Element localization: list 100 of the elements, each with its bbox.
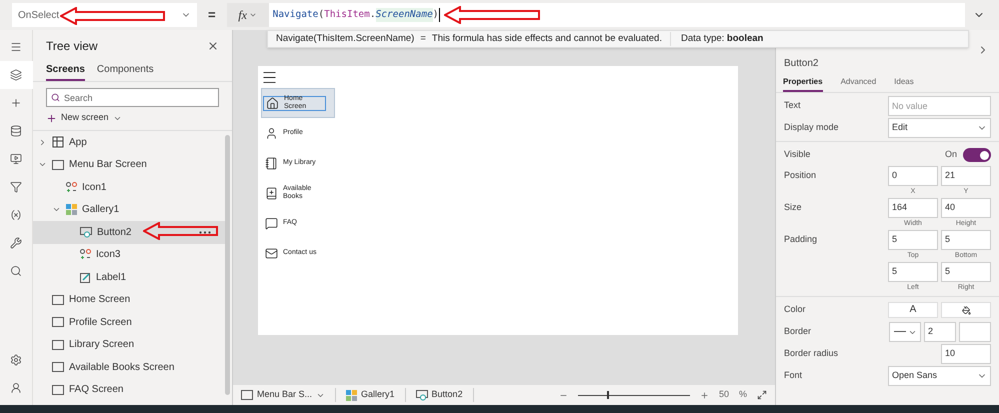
function-button[interactable]: fx (226, 3, 269, 27)
property-label: Color (784, 303, 807, 316)
text-color-button[interactable]: A (888, 302, 938, 318)
layers-icon (10, 69, 22, 81)
speech-bubble-icon (265, 216, 278, 230)
hamburger-menu-icon[interactable] (261, 69, 278, 86)
zoom-slider[interactable] (578, 390, 690, 400)
breadcrumb-item[interactable]: Button2 (416, 388, 474, 402)
search-field[interactable]: Search (46, 88, 219, 107)
new-screen-button[interactable]: New screen (46, 110, 219, 126)
number-field[interactable]: 5 (888, 230, 938, 250)
panel-tab[interactable]: Ideas (894, 76, 914, 92)
book-plus-icon (265, 186, 278, 200)
number-field[interactable]: 5 (888, 262, 938, 282)
tree-item[interactable]: Home Screen (33, 288, 225, 311)
panel-tab[interactable]: Components (96, 62, 154, 81)
tooltip-equals: = (419, 32, 427, 46)
property-label: Font (784, 369, 804, 382)
fill-color-button[interactable] (941, 302, 991, 318)
tree-item-label: Icon1 (82, 180, 106, 195)
screen-icon (52, 362, 64, 372)
tree-item[interactable]: Label1 (33, 266, 225, 288)
tooltip-expression: Navigate(ThisItem.ScreenName) (275, 32, 414, 46)
funnel-icon (10, 181, 22, 193)
icons-glyph-icon (66, 182, 77, 193)
dropdown-field[interactable]: Open Sans (888, 366, 991, 386)
panel-tab[interactable]: Screens (46, 62, 85, 81)
border-style-dropdown[interactable] (889, 322, 921, 342)
number-field[interactable]: 5 (941, 230, 991, 250)
close-icon[interactable] (207, 40, 219, 52)
more-options-icon[interactable] (199, 230, 211, 234)
tree-item[interactable]: Library Screen (33, 334, 225, 356)
screen-icon (52, 384, 64, 395)
tree-item-label: Button2 (97, 226, 132, 240)
zoom-in-icon[interactable] (700, 390, 709, 400)
formula-input[interactable]: Navigate(ThisItem.ScreenName) (268, 3, 965, 27)
tree-item[interactable]: Available Books Screen (33, 356, 225, 378)
tree-item-label: Icon3 (96, 248, 120, 262)
tooltip-data-type: Data type: boolean (670, 32, 764, 46)
zoom-unit: % (738, 388, 747, 402)
number-field[interactable]: 164 (888, 198, 938, 218)
chevron-down-icon (248, 11, 257, 19)
panel-tab[interactable]: Advanced (840, 76, 876, 92)
panel-tab[interactable]: Properties (783, 76, 823, 92)
annotation-arrow-icon (60, 7, 165, 25)
tree-item-label: Gallery1 (82, 203, 120, 218)
tree-item-label: Library Screen (69, 338, 134, 352)
scrollbar[interactable] (225, 135, 230, 395)
tree-item[interactable]: FAQ Screen (33, 378, 225, 401)
zoom-slider-thumb[interactable] (607, 391, 610, 399)
tree-item[interactable]: Profile Screen (33, 311, 225, 334)
dropdown-value: Open Sans (892, 369, 938, 382)
number-field[interactable]: 21 (941, 166, 991, 186)
visible-toggle[interactable] (963, 148, 991, 162)
breadcrumb-item[interactable]: Menu Bar S... (241, 388, 336, 402)
dropdown-value: OnSelect (18, 8, 60, 22)
tree-item[interactable]: Icon3 (33, 244, 225, 266)
tree-item-label: Label1 (96, 270, 126, 285)
sidebar-button[interactable] (0, 61, 32, 89)
dropdown-field[interactable]: Edit (888, 118, 991, 138)
tree-item[interactable]: Button2 (33, 221, 225, 244)
tree-item-label: FAQ Screen (69, 383, 124, 398)
number-field[interactable]: 2 (924, 322, 956, 342)
border-color-swatch[interactable] (959, 322, 991, 342)
zoom-reading: 50 (718, 388, 729, 402)
button-control-icon (80, 226, 92, 238)
breadcrumb-item[interactable]: Gallery1 (346, 388, 406, 402)
variable-icon (10, 209, 22, 221)
breadcrumb-label: Menu Bar S... (257, 388, 312, 402)
property-label: Position (784, 169, 818, 182)
breadcrumb-label: Gallery1 (361, 388, 395, 402)
number-field[interactable]: 10 (941, 344, 991, 364)
number-field[interactable]: 0 (888, 166, 938, 186)
number-field[interactable]: 40 (941, 198, 991, 218)
property-dropdown[interactable]: OnSelect (12, 3, 197, 27)
property-label: Border radius (784, 347, 840, 360)
property-label: Display mode (784, 121, 840, 134)
icons-glyph-icon (80, 249, 91, 260)
tree-item-label: Menu Bar Screen (69, 158, 147, 172)
annotation-arrow-icon (143, 222, 218, 240)
envelope-icon (265, 246, 278, 260)
tree-item[interactable]: Gallery1 (33, 198, 225, 221)
property-label: Padding (784, 233, 818, 246)
database-icon (10, 125, 22, 137)
screen-icon (52, 294, 64, 305)
tree-item[interactable]: App (33, 131, 225, 154)
line-style-icon (894, 331, 906, 333)
screen-icon (241, 390, 253, 400)
screen-icon (52, 317, 64, 328)
equals-sign: = (207, 6, 217, 24)
tree-item[interactable]: Icon1 (33, 176, 225, 198)
paint-bucket-icon (962, 306, 970, 314)
tree-item[interactable]: Menu Bar Screen (33, 154, 225, 176)
screen-icon (52, 340, 64, 350)
panel-title: Tree view (46, 38, 98, 55)
text-input-field[interactable]: No value (888, 96, 991, 116)
number-field[interactable]: 5 (941, 262, 991, 282)
fit-screen-icon[interactable] (757, 390, 767, 400)
tooltip-message: This formula has side effects and cannot be evaluated. (432, 32, 663, 46)
tree-item-label: App (69, 136, 87, 150)
